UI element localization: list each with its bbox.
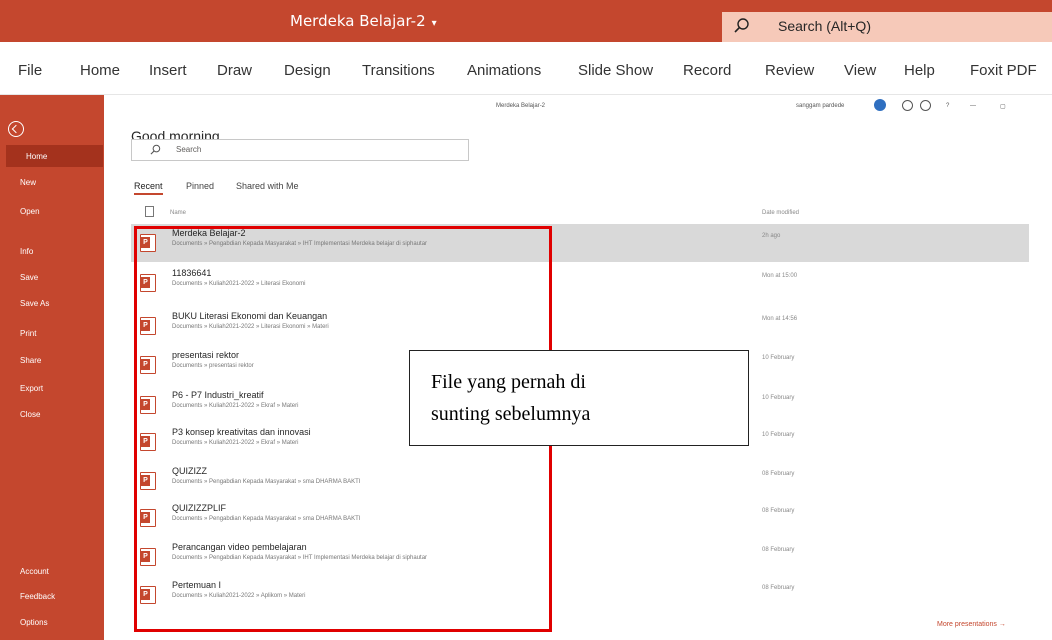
tab-slide-show[interactable]: Slide Show xyxy=(578,62,653,79)
file-date: Mon at 15:00 xyxy=(762,273,798,279)
tab-insert[interactable]: Insert xyxy=(149,62,187,79)
file-date: 08 February xyxy=(762,508,795,514)
tab-view[interactable]: View xyxy=(844,62,876,79)
tab-design[interactable]: Design xyxy=(284,62,331,79)
file-date: 10 February xyxy=(762,355,795,361)
document-title-text: Merdeka Belajar-2 xyxy=(290,12,426,30)
smile-icon[interactable] xyxy=(902,100,913,111)
back-arrow-icon[interactable] xyxy=(8,121,24,137)
file-date: 08 February xyxy=(762,547,795,553)
tab-transitions[interactable]: Transitions xyxy=(362,62,435,79)
tab-record[interactable]: Record xyxy=(683,62,731,79)
title-bar: Merdeka Belajar-2 ▾ Search (Alt+Q) xyxy=(0,0,1052,42)
tab-draw[interactable]: Draw xyxy=(217,62,252,79)
search-icon xyxy=(734,18,749,33)
file-date: 10 February xyxy=(762,395,795,401)
sidebar-item-home[interactable]: Home xyxy=(6,145,103,167)
annotation-line-2: sunting sebelumnya xyxy=(431,403,591,425)
backstage-sidebar: Home New Open Info Save Save As Print Sh… xyxy=(0,95,104,640)
search-input[interactable]: Search xyxy=(131,139,469,161)
document-title[interactable]: Merdeka Belajar-2 ▾ xyxy=(290,12,437,30)
more-presentations-link[interactable]: More presentations → xyxy=(937,621,1006,628)
search-icon xyxy=(150,144,161,155)
column-header-date[interactable]: Date modified xyxy=(762,210,799,216)
help-icon[interactable]: ? xyxy=(946,103,949,109)
user-name[interactable]: sanggam pardede xyxy=(796,103,844,109)
inner-doc-title: Merdeka Belajar-2 xyxy=(496,103,546,109)
file-date: 2h ago xyxy=(762,233,781,239)
tab-foxit-pdf[interactable]: Foxit PDF xyxy=(970,62,1037,79)
tab-pinned[interactable]: Pinned xyxy=(186,181,214,191)
tab-help[interactable]: Help xyxy=(904,62,935,79)
search-placeholder: Search xyxy=(176,145,202,154)
tab-home[interactable]: Home xyxy=(80,62,120,79)
tab-recent[interactable]: Recent xyxy=(134,181,163,195)
search-box[interactable]: Search (Alt+Q) xyxy=(722,12,1052,42)
file-type-icon xyxy=(145,206,154,217)
restore-icon[interactable]: ▢ xyxy=(1000,103,1006,110)
chevron-down-icon[interactable]: ▾ xyxy=(432,18,437,29)
tab-animations[interactable]: Animations xyxy=(467,62,541,79)
tab-file[interactable]: File xyxy=(18,62,42,79)
file-date: Mon at 14:56 xyxy=(762,316,798,322)
file-date: 10 February xyxy=(762,432,795,438)
annotation-callout: File yang pernah di sunting sebelumnya xyxy=(409,350,749,446)
annotation-line-1: File yang pernah di xyxy=(431,371,586,393)
file-date: 08 February xyxy=(762,585,795,591)
tab-shared-with-me[interactable]: Shared with Me xyxy=(236,181,299,191)
column-header-name[interactable]: Name xyxy=(170,210,186,216)
search-label: Search (Alt+Q) xyxy=(778,18,871,34)
file-date: 08 February xyxy=(762,471,795,477)
avatar[interactable] xyxy=(874,99,886,111)
tab-review[interactable]: Review xyxy=(765,62,814,79)
minimize-icon[interactable]: — xyxy=(970,103,976,109)
frown-icon[interactable] xyxy=(920,100,931,111)
